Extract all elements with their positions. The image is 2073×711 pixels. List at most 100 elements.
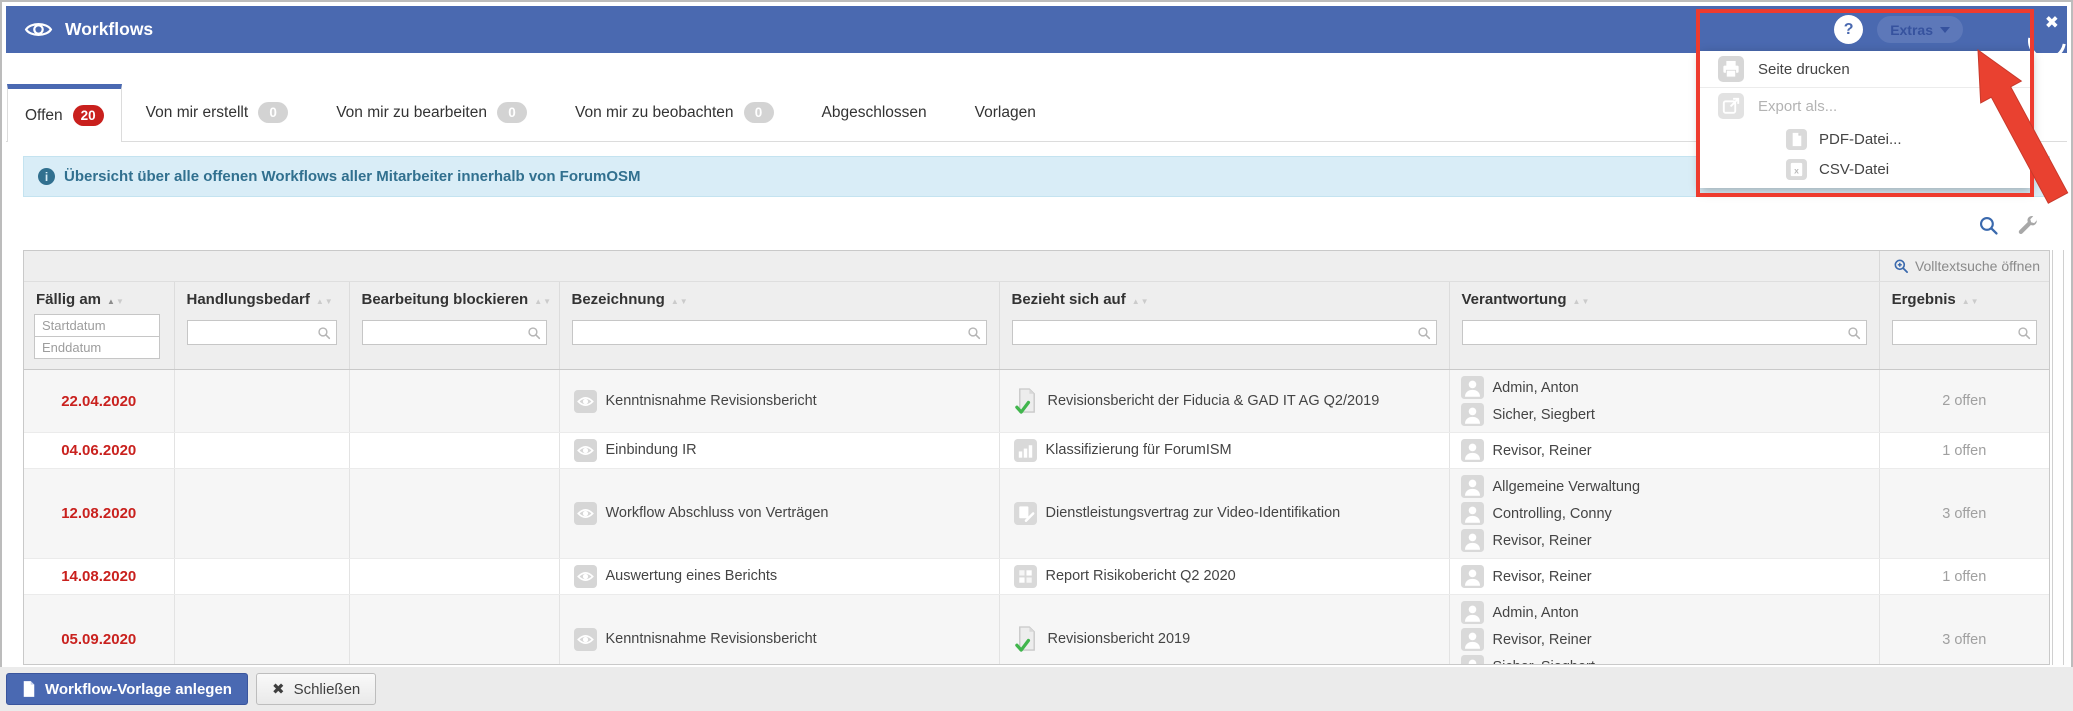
- related-item: Revisionsbericht der Fiducia & GAD IT AG…: [1047, 392, 1380, 409]
- tab-von-mir-zu-bearbeiten[interactable]: Von mir zu bearbeiten 0: [312, 84, 551, 141]
- document-check-icon: [1014, 625, 1039, 654]
- sort-desc-icon[interactable]: ▼: [1141, 297, 1150, 306]
- tab-label: Von mir erstellt: [145, 103, 249, 121]
- table-row[interactable]: 04.06.2020 Einbindung IR Klassifizierung…: [24, 432, 2049, 469]
- menu-item-csv-file[interactable]: CSV-Datei: [1700, 154, 2032, 184]
- create-workflow-template-button[interactable]: Workflow-Vorlage anlegen: [6, 673, 248, 705]
- tab-von-mir-erstellt[interactable]: Von mir erstellt 0: [122, 84, 313, 141]
- titlebar: Workflows ? Extras ✖: [6, 6, 2073, 68]
- tab-label: Von mir zu beobachten: [574, 103, 734, 121]
- person-icon: [1461, 439, 1484, 462]
- close-dialog-button[interactable]: ✖ Schließen: [255, 673, 377, 705]
- column-header-bearbeitung-blockieren: Bearbeitung blockieren ▲▼: [349, 281, 560, 310]
- workflow-name: Kenntnisnahme Revisionsbericht: [605, 631, 817, 648]
- report-icon: [1014, 565, 1037, 588]
- person-icon: [1461, 403, 1484, 426]
- related-item: Dienstleistungsvertrag zur Video-Identif…: [1045, 505, 1341, 522]
- chart-icon: [1014, 439, 1037, 462]
- table-row[interactable]: 22.04.2020 Kenntnisnahme Revisionsberich…: [24, 369, 2049, 433]
- close-button[interactable]: ✖: [2045, 13, 2059, 33]
- person-icon: [1461, 529, 1484, 552]
- page-title: Workflows: [65, 19, 154, 39]
- extras-label: Extras: [1890, 21, 1933, 38]
- person-name: Admin, Anton: [1492, 604, 1579, 621]
- due-date: 14.08.2020: [24, 558, 175, 595]
- sort-desc-icon[interactable]: ▼: [116, 297, 125, 306]
- person-name: Controlling, Conny: [1492, 505, 1612, 522]
- person-name: Sicher, Siegbert: [1493, 659, 1595, 665]
- due-date: 04.06.2020: [24, 432, 175, 469]
- enddatum-filter-input[interactable]: [34, 336, 160, 359]
- count-badge: 0: [743, 102, 774, 123]
- related-item: Revisionsbericht 2019: [1047, 631, 1191, 648]
- tab-label: Abgeschlossen: [821, 103, 927, 121]
- bezeichnung-filter-input[interactable]: [571, 320, 987, 345]
- tab-vorlagen[interactable]: Vorlagen: [951, 84, 1060, 141]
- help-button[interactable]: ?: [1834, 15, 1864, 44]
- extras-button[interactable]: Extras: [1877, 16, 1963, 43]
- sort-desc-icon[interactable]: ▼: [1971, 297, 1980, 306]
- tab-label: Von mir zu bearbeiten: [336, 103, 487, 121]
- person-icon: [1461, 655, 1484, 665]
- wrench-icon[interactable]: [2017, 214, 2039, 236]
- scrollbar-track[interactable]: [2052, 250, 2064, 665]
- column-header-bezieht-sich-auf: Bezieht sich auf ▲▼: [999, 281, 1450, 310]
- sort-asc-icon[interactable]: ▲: [534, 297, 543, 306]
- verantwortung-filter-input[interactable]: [1461, 320, 1867, 345]
- workflow-name: Kenntnisnahme Revisionsbericht: [605, 392, 817, 409]
- filter-row: [24, 310, 2049, 370]
- startdatum-filter-input[interactable]: [34, 314, 160, 337]
- workflow-name: Workflow Abschluss von Verträgen: [605, 505, 829, 522]
- column-header-row: Fällig am ▲▼ Handlungsbedarf ▲▼ Bearbeitun…: [24, 281, 2049, 310]
- bearbeitung-filter-input[interactable]: [361, 320, 547, 345]
- sort-desc-icon[interactable]: ▼: [680, 297, 689, 306]
- ergebnis-filter-input[interactable]: [1891, 320, 2037, 345]
- menu-item-pdf-file[interactable]: PDF-Datei...: [1700, 124, 2032, 154]
- person-icon: [1461, 628, 1484, 651]
- sort-asc-icon[interactable]: ▲: [1132, 297, 1141, 306]
- table-row[interactable]: 14.08.2020 Auswertung eines Berichts Rep…: [24, 558, 2049, 595]
- csv-file-icon: [1786, 159, 1807, 180]
- person-name: Revisor, Reiner: [1492, 532, 1592, 549]
- workflow-eye-icon: [574, 565, 597, 588]
- column-header-ergebnis: Ergebnis ▲▼: [1879, 281, 2049, 310]
- column-header-bezeichnung: Bezeichnung ▲▼: [559, 281, 1000, 310]
- table-row[interactable]: 12.08.2020 Workflow Abschluss von Verträ…: [24, 468, 2049, 559]
- table-row[interactable]: 05.09.2020 Kenntnisnahme Revisionsberich…: [24, 594, 2049, 665]
- tab-label: Offen: [25, 106, 63, 124]
- sort-desc-icon[interactable]: ▼: [543, 297, 552, 306]
- workflow-eye-icon: [574, 390, 597, 413]
- person-icon: [1461, 376, 1484, 399]
- count-badge: 20: [72, 105, 104, 126]
- footer-bar: Workflow-Vorlage anlegen ✖ Schließen: [0, 667, 2073, 711]
- close-icon: ✖: [271, 681, 285, 698]
- bezieht-filter-input[interactable]: [1011, 320, 1437, 345]
- tab-von-mir-zu-beobachten[interactable]: Von mir zu beobachten 0: [551, 84, 798, 141]
- tab-offen[interactable]: Offen 20: [7, 84, 122, 142]
- count-badge: 0: [258, 102, 289, 123]
- workflow-name: Auswertung eines Berichts: [605, 568, 778, 585]
- sort-asc-icon[interactable]: ▲: [671, 297, 680, 306]
- column-header-handlungsbedarf: Handlungsbedarf ▲▼: [174, 281, 350, 310]
- printer-icon: [1718, 56, 1744, 82]
- person-name: Sicher, Siegbert: [1492, 406, 1595, 423]
- export-icon: [1718, 93, 1744, 119]
- sort-asc-icon[interactable]: ▲: [107, 297, 116, 306]
- menu-item-print-page[interactable]: Seite drucken: [1700, 51, 2032, 88]
- handlungsbedarf-filter-input[interactable]: [186, 320, 337, 345]
- tab-abgeschlossen[interactable]: Abgeschlossen: [798, 84, 951, 141]
- workflows-window: Workflows ? Extras ✖ Offen 20 Von mir er…: [0, 0, 2073, 711]
- sort-asc-icon[interactable]: ▲: [1962, 297, 1971, 306]
- search-icon[interactable]: [1978, 215, 1999, 236]
- sort-desc-icon[interactable]: ▼: [1581, 297, 1590, 306]
- sort-asc-icon[interactable]: ▲: [316, 297, 325, 306]
- menu-item-export-as[interactable]: Export als...: [1700, 88, 2032, 124]
- result-count: 2 offen: [1879, 369, 2049, 433]
- person-icon: [1461, 475, 1484, 498]
- sort-desc-icon[interactable]: ▼: [325, 297, 334, 306]
- person-name: Revisor, Reiner: [1492, 568, 1592, 585]
- workflow-name: Einbindung IR: [605, 442, 697, 459]
- workflow-eye-icon: [574, 628, 597, 651]
- person-icon: [1461, 601, 1484, 624]
- open-fulltext-search[interactable]: Volltextsuche öffnen: [1881, 258, 2048, 274]
